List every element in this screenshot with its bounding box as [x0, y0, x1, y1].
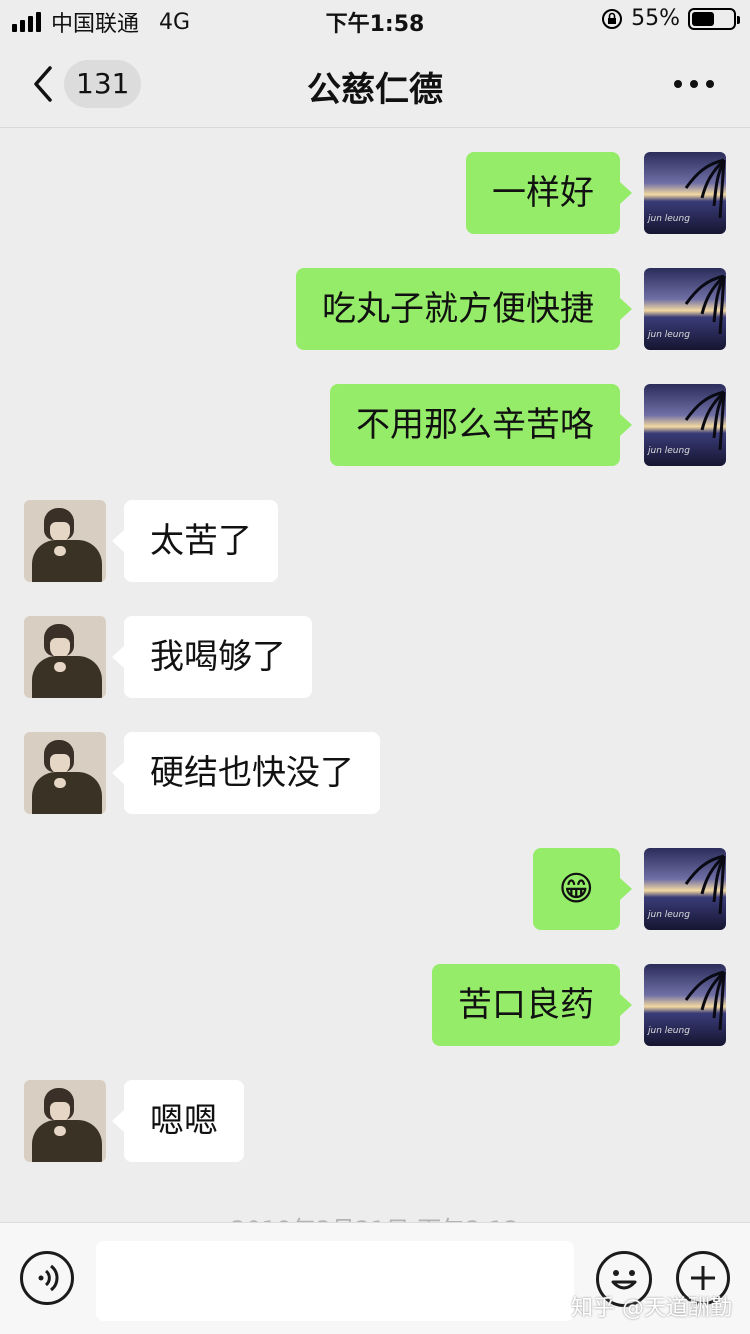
- message-bubble[interactable]: 不用那么辛苦咯: [330, 384, 632, 466]
- message-bubble[interactable]: 嗯嗯: [112, 1080, 244, 1162]
- battery-percent: 55%: [631, 6, 680, 31]
- message-bubble[interactable]: 硬结也快没了: [112, 732, 380, 814]
- avatar-signature: jun leung: [648, 910, 690, 920]
- avatar-signature: jun leung: [648, 1026, 690, 1036]
- my-avatar[interactable]: jun leung: [644, 384, 726, 466]
- message-row: 不用那么辛苦咯 jun leung: [0, 384, 750, 466]
- chat-header: 131 公慈仁德: [0, 40, 750, 128]
- chat-title: 公慈仁德: [307, 70, 443, 110]
- message-row: 😁 jun leung: [0, 848, 750, 930]
- contact-avatar[interactable]: [24, 500, 106, 582]
- message-row: 太苦了: [0, 500, 750, 582]
- message-row: 嗯嗯: [0, 1080, 750, 1162]
- contact-avatar[interactable]: [24, 616, 106, 698]
- avatar-signature: jun leung: [648, 214, 690, 224]
- rotation-lock-icon: [602, 8, 623, 29]
- message-input[interactable]: [96, 1241, 574, 1321]
- my-avatar[interactable]: jun leung: [644, 848, 726, 930]
- message-row: 我喝够了: [0, 616, 750, 698]
- message-bubble[interactable]: 一样好: [466, 152, 632, 234]
- emoji-bubble[interactable]: 😁: [532, 848, 633, 930]
- contact-avatar[interactable]: [24, 1080, 106, 1162]
- message-row: 吃丸子就方便快捷 jun leung: [0, 268, 750, 350]
- message-row: 硬结也快没了: [0, 732, 750, 814]
- contact-avatar[interactable]: [24, 732, 106, 814]
- message-bubble[interactable]: 太苦了: [112, 500, 278, 582]
- status-right: 55%: [601, 6, 740, 31]
- message-row: 一样好 jun leung: [0, 152, 750, 234]
- message-bubble[interactable]: 苦口良药: [432, 964, 632, 1046]
- more-dots-icon[interactable]: [674, 80, 714, 88]
- battery-fill: [692, 11, 714, 26]
- battery-icon: [688, 7, 740, 30]
- my-avatar[interactable]: jun leung: [644, 268, 726, 350]
- my-avatar[interactable]: jun leung: [644, 152, 726, 234]
- avatar-signature: jun leung: [648, 446, 690, 456]
- message-bubble[interactable]: 吃丸子就方便快捷: [296, 268, 632, 350]
- voice-icon[interactable]: [20, 1251, 74, 1305]
- watermark: 知乎 @天道酬勤: [571, 1296, 732, 1321]
- message-row: 苦口良药 jun leung: [0, 964, 750, 1046]
- message-bubble[interactable]: 我喝够了: [112, 616, 312, 698]
- my-avatar[interactable]: jun leung: [644, 964, 726, 1046]
- status-bar: 中国联通 4G 下午1:58 55%: [0, 0, 750, 40]
- avatar-signature: jun leung: [648, 330, 690, 340]
